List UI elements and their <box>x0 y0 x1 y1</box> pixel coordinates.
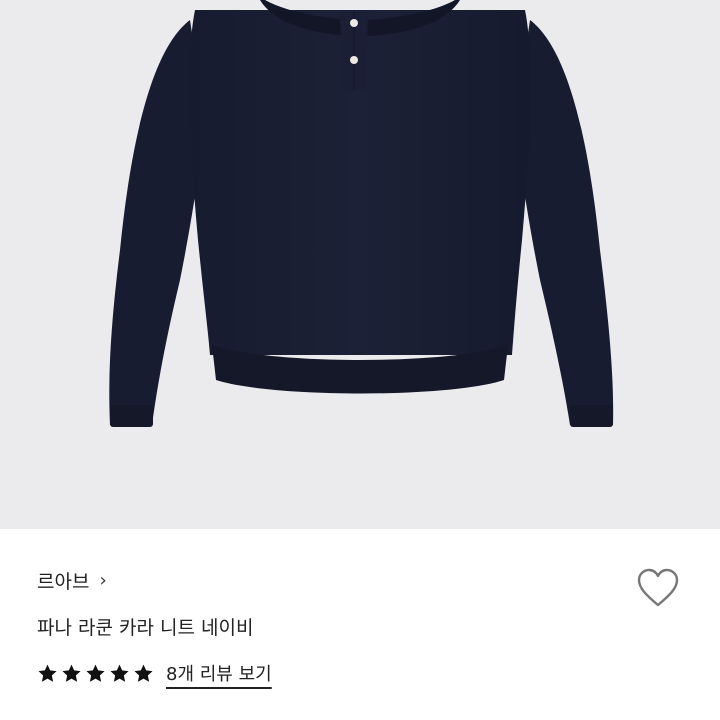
product-name: 파나 라쿤 카라 니트 네이비 <box>37 617 254 639</box>
chevron-right-icon: › <box>99 569 107 591</box>
sweater-illustration <box>109 0 614 427</box>
wishlist-button[interactable] <box>636 567 680 609</box>
product-page: 르아브 › 파나 라쿤 카라 니트 네이비 8개 리뷰 보기 <box>0 0 720 720</box>
product-image[interactable] <box>0 0 720 529</box>
star-icon <box>134 664 153 682</box>
star-icon <box>86 664 105 682</box>
product-info: 르아브 › 파나 라쿤 카라 니트 네이비 8개 리뷰 보기 <box>0 529 720 720</box>
heart-outline-icon <box>637 568 679 607</box>
button-bottom <box>350 56 358 64</box>
review-link[interactable]: 8개 리뷰 보기 <box>166 660 272 686</box>
rating-stars <box>37 663 154 684</box>
star-icon <box>62 664 81 682</box>
star-icon <box>38 664 57 682</box>
brand-name: 르아브 <box>37 571 90 593</box>
brand-link[interactable]: 르아브 › <box>37 567 107 594</box>
star-icon <box>110 664 129 682</box>
right-cuff <box>570 405 613 427</box>
rating-row: 8개 리뷰 보기 <box>37 660 272 686</box>
left-cuff <box>110 405 153 427</box>
button-top <box>350 19 358 27</box>
